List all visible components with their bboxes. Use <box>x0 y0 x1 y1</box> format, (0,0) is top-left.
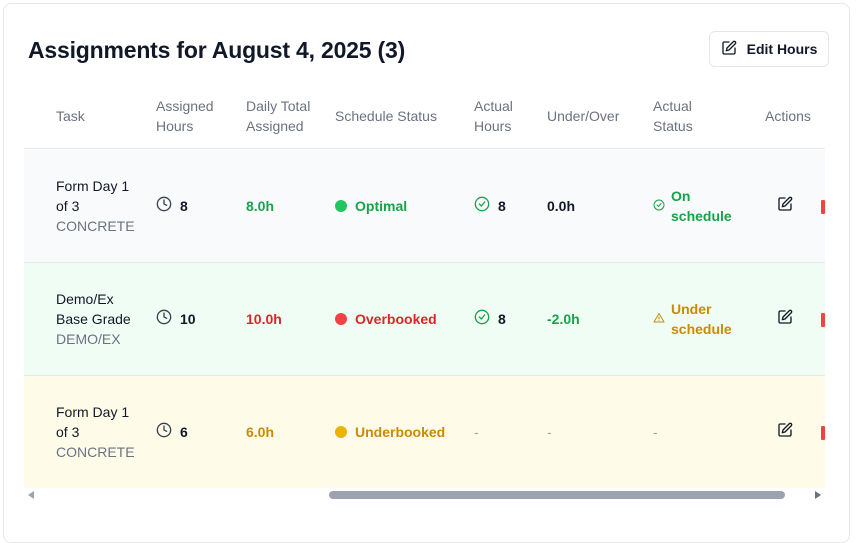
daily-total-value: 10.0h <box>246 311 282 327</box>
edit-icon <box>777 422 793 443</box>
under-over-value: -2.0h <box>547 311 580 327</box>
delete-row-icon[interactable] <box>821 426 825 440</box>
task-cell: Demo/Ex Base Grade DEMO/EX <box>56 263 136 375</box>
actual-hours-value: - <box>474 424 479 440</box>
schedule-status-label: Overbooked <box>355 311 437 327</box>
status-dot <box>335 426 347 438</box>
task-code: DEMO/EX <box>56 331 121 347</box>
schedule-status-label: Optimal <box>355 198 408 214</box>
clock-icon <box>156 309 172 330</box>
actual-status-label: On schedule <box>671 188 732 224</box>
actual-status-label: - <box>653 424 658 440</box>
scroll-left-arrow-icon[interactable] <box>28 491 34 499</box>
edit-row-button[interactable] <box>777 150 793 262</box>
edit-icon <box>721 40 737 59</box>
status-dot <box>335 313 347 325</box>
assigned-hours-value: 8 <box>180 198 188 214</box>
table-header: Task Assigned Hours Daily Total Assigned… <box>24 83 825 149</box>
edit-row-button[interactable] <box>777 263 793 375</box>
edit-icon <box>777 309 793 330</box>
clock-icon <box>156 422 172 443</box>
delete-row-icon[interactable] <box>821 200 825 214</box>
clock-icon <box>156 196 172 217</box>
check-circle-icon <box>474 196 490 217</box>
assigned-hours-cell: 6 <box>156 376 188 488</box>
warning-triangle-icon <box>653 309 665 329</box>
task-cell: Form Day 1 of 3 CONCRETE <box>56 376 136 488</box>
table-row: Form Day 1 of 3 CONCRETE 6 6.0h Underboo… <box>24 376 825 488</box>
check-circle-icon <box>474 309 490 330</box>
assigned-hours-value: 10 <box>180 311 196 327</box>
schedule-status-label: Underbooked <box>355 424 446 440</box>
col-actions: Actions <box>765 108 811 124</box>
horizontal-scrollbar[interactable] <box>24 488 825 502</box>
task-name: Form Day 1 of 3 <box>56 404 130 440</box>
col-daily-total: Daily Total Assigned <box>246 98 311 134</box>
page-title: Assignments for August 4, 2025 (3) <box>28 37 406 63</box>
actual-status: Under schedule <box>653 263 743 375</box>
task-code: CONCRETE <box>56 444 135 460</box>
table-row: Demo/Ex Base Grade DEMO/EX 10 10.0h Over… <box>24 263 825 376</box>
task-cell: Form Day 1 of 3 CONCRETE <box>56 150 136 262</box>
col-schedule-status: Schedule Status <box>335 108 437 124</box>
assigned-hours-value: 6 <box>180 424 188 440</box>
actual-status-label: Under schedule <box>671 301 732 337</box>
edit-icon <box>777 196 793 217</box>
col-assigned-hours: Assigned Hours <box>156 98 214 134</box>
assigned-hours-cell: 8 <box>156 150 188 262</box>
col-actual-status: Actual Status <box>653 98 693 134</box>
status-dot <box>335 200 347 212</box>
under-over-value: - <box>547 424 552 440</box>
actual-hours-value: 8 <box>498 198 506 214</box>
task-code: CONCRETE <box>56 218 135 234</box>
under-over-value: 0.0h <box>547 198 576 214</box>
schedule-status: Overbooked <box>335 263 437 375</box>
scroll-right-arrow-icon[interactable] <box>815 491 821 499</box>
actual-status: On schedule <box>653 150 743 262</box>
col-actual-hours: Actual Hours <box>474 98 513 134</box>
col-task: Task <box>56 108 85 124</box>
col-under-over: Under/Over <box>547 108 620 124</box>
actual-hours-cell: 8 <box>474 150 506 262</box>
assignments-table: Task Assigned Hours Daily Total Assigned… <box>24 83 825 488</box>
actual-hours-cell: 8 <box>474 263 506 375</box>
schedule-status: Optimal <box>335 150 407 262</box>
assigned-hours-cell: 10 <box>156 263 196 375</box>
edit-hours-button[interactable]: Edit Hours <box>709 31 829 67</box>
edit-hours-label: Edit Hours <box>746 41 818 57</box>
table-row: Form Day 1 of 3 CONCRETE 8 8.0h Optimal … <box>24 150 825 263</box>
edit-row-button[interactable] <box>777 376 793 488</box>
daily-total-value: 8.0h <box>246 198 275 214</box>
scrollbar-thumb[interactable] <box>329 491 785 499</box>
check-circle-icon <box>653 196 665 216</box>
delete-row-icon[interactable] <box>821 313 825 327</box>
schedule-status: Underbooked <box>335 376 445 488</box>
daily-total-value: 6.0h <box>246 424 275 440</box>
task-name: Demo/Ex Base Grade <box>56 291 131 327</box>
actual-hours-value: 8 <box>498 311 506 327</box>
task-name: Form Day 1 of 3 <box>56 178 130 214</box>
